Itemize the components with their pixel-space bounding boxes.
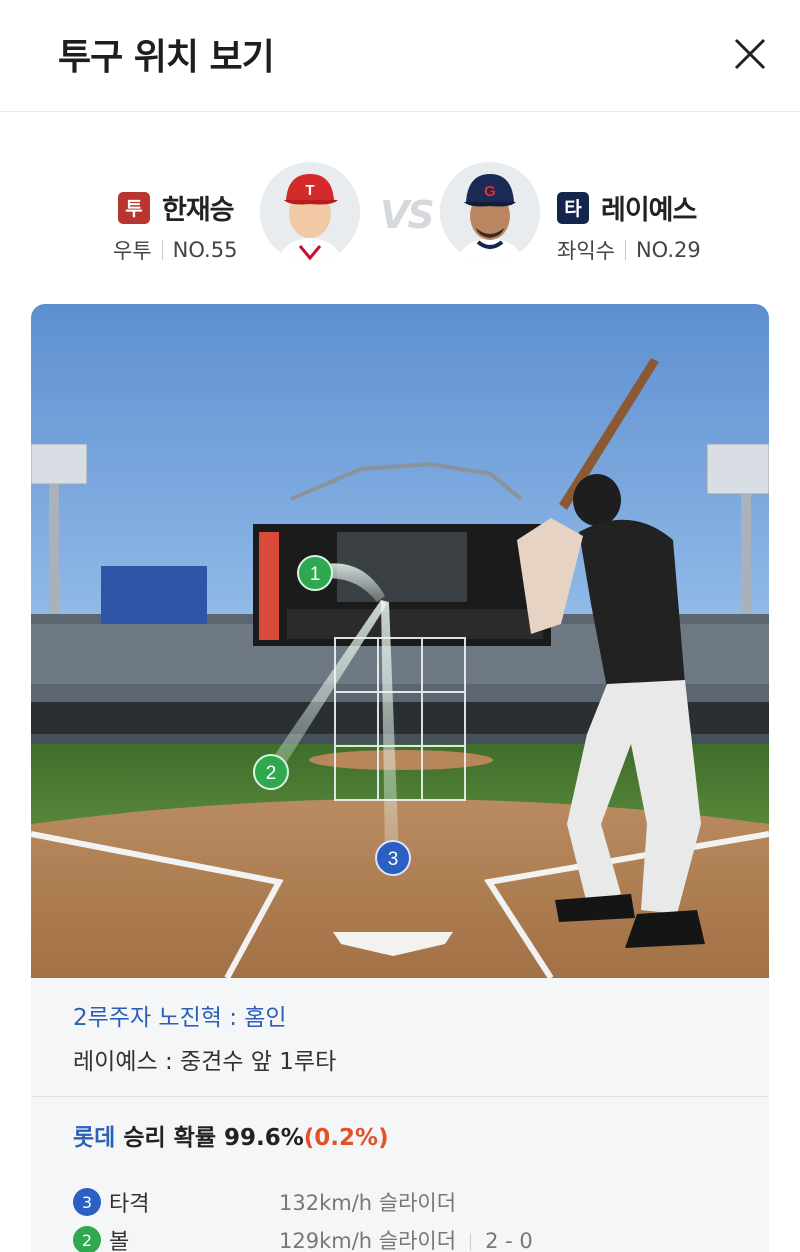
pitcher-name: 한재승 — [162, 195, 235, 226]
pitch-speed: 129km/h — [279, 1229, 373, 1252]
batter-meta: 좌익수 NO.29 — [557, 235, 701, 265]
batter-position: 좌익수 — [557, 239, 615, 263]
play-result-panel: 2루주자 노진혁 : 홈인 레이예스 : 중견수 앞 1루타 롯데 승리 확률 … — [31, 978, 769, 1252]
pitcher-role-badge: 투 — [118, 191, 150, 224]
pitch-info: 129km/h 슬라이더 2 - 0 — [279, 1225, 533, 1252]
svg-text:2: 2 — [266, 763, 277, 784]
page-title: 투구 위치 보기 — [58, 37, 275, 78]
batter-role-badge: 타 — [557, 191, 589, 224]
pitch-row: 3 타격 132km/h 슬라이더 — [73, 1187, 456, 1217]
pitch-info: 132km/h 슬라이더 — [279, 1187, 456, 1217]
pitcher-hand: 우투 — [113, 239, 152, 263]
pitcher-avatar[interactable]: T — [260, 162, 360, 262]
pitch-count: 2 - 0 — [485, 1229, 533, 1252]
pitch-speed: 132km/h — [279, 1191, 373, 1215]
modal-header: 투구 위치 보기 — [0, 0, 800, 112]
close-icon — [734, 38, 766, 70]
batter-name-row: 타 레이예스 — [557, 188, 697, 227]
runner-result-text: 2루주자 노진혁 : 홈인 — [73, 1005, 287, 1031]
win-probability-change: (0.2%) — [303, 1125, 389, 1151]
pitcher-number: NO.55 — [172, 238, 238, 262]
pitch-marker-3[interactable]: 3 — [375, 840, 411, 876]
pitch-kind: 슬라이더 — [378, 1191, 457, 1215]
pitch-marker-1[interactable]: 1 — [297, 555, 333, 591]
close-button[interactable] — [726, 30, 774, 78]
pitch-number-badge: 3 — [73, 1188, 101, 1216]
svg-text:G: G — [484, 183, 496, 200]
pitch-kind: 슬라이더 — [378, 1229, 457, 1252]
win-probability: 롯데 승리 확률 99.6%(0.2%) — [73, 1118, 389, 1152]
pitch-location-view: 1 2 3 — [31, 304, 769, 978]
vs-label: VS — [380, 193, 435, 237]
pitch-number-badge: 2 — [73, 1226, 101, 1252]
svg-text:3: 3 — [388, 849, 399, 870]
billboard — [101, 566, 207, 624]
batter-name: 레이예스 — [601, 195, 697, 226]
svg-text:T: T — [305, 182, 314, 199]
win-probability-value: 99.6% — [224, 1125, 304, 1151]
pitch-row: 2 볼 129km/h 슬라이더 2 - 0 — [73, 1225, 533, 1252]
pitcher-name-row: 투 한재승 — [118, 188, 235, 227]
matchup-section: 투 한재승 우투 NO.55 T VS G 타 레이예스 좌익수 NO.29 — [0, 155, 800, 275]
pitch-result: 타격 — [109, 1192, 150, 1217]
divider — [31, 1096, 769, 1097]
svg-text:1: 1 — [310, 564, 321, 585]
batter-result-text: 레이예스 : 중견수 앞 1루타 — [73, 1049, 337, 1075]
pitcher-meta: 우투 NO.55 — [113, 235, 237, 265]
win-probability-label: 승리 확률 — [115, 1125, 224, 1151]
win-probability-team: 롯데 — [73, 1125, 116, 1151]
pitch-marker-2[interactable]: 2 — [253, 754, 289, 790]
batter-avatar[interactable]: G — [440, 162, 540, 262]
batter-number: NO.29 — [635, 238, 701, 262]
pitch-result: 볼 — [109, 1230, 130, 1252]
